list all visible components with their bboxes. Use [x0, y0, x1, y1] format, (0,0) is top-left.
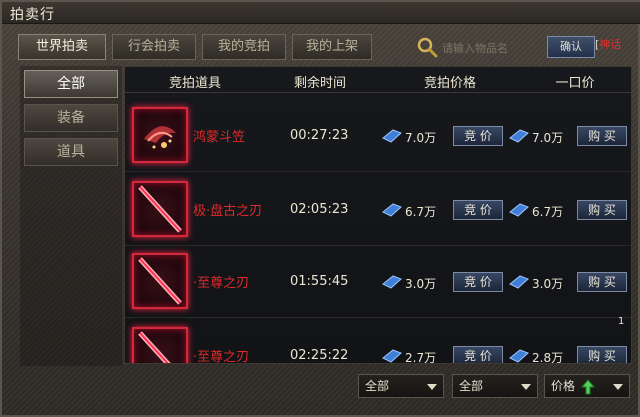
- buy-button[interactable]: 购 买: [577, 272, 627, 292]
- item-name: ·至尊之刃: [193, 276, 250, 291]
- scroll-indicator: 1: [618, 316, 625, 327]
- sort-up-arrow-icon: [581, 379, 595, 395]
- auction-table: 竞拍道具 剩余时间 竞拍价格 一口价 鸿蒙斗笠 00:27:23 7.0万 竞 …: [124, 66, 632, 364]
- buyout-price: 6.7万: [532, 205, 564, 219]
- remaining-time: 02:05:23: [290, 202, 349, 217]
- header-item: 竞拍道具: [168, 76, 221, 91]
- bid-button[interactable]: 竞 价: [453, 200, 503, 220]
- bid-price: 7.0万: [405, 131, 437, 145]
- item-name: 极·盘古之刃: [193, 204, 263, 219]
- sort-dropdown[interactable]: 价格: [544, 374, 630, 398]
- tab-guild-auction[interactable]: 行会拍卖: [112, 34, 196, 60]
- chevron-down-icon: [521, 384, 531, 390]
- currency-gem-icon: [509, 275, 529, 289]
- bid-button[interactable]: 竞 价: [453, 126, 503, 146]
- auction-window: 拍卖行 世界拍卖 行会拍卖 我的竞拍 我的上架 确认 [神话 全部 装备 道具 …: [0, 0, 640, 417]
- blade-icon[interactable]: [132, 181, 188, 237]
- table-header: 竞拍道具 剩余时间 竞拍价格 一口价: [125, 67, 631, 93]
- blade-icon[interactable]: [132, 327, 188, 363]
- buy-button[interactable]: 购 买: [577, 346, 627, 363]
- currency-gem-icon: [382, 203, 402, 217]
- currency-gem-icon: [509, 349, 529, 363]
- buyout-price: 7.0万: [532, 131, 564, 145]
- filter-dropdown-2[interactable]: 全部: [452, 374, 538, 398]
- bid-button[interactable]: 竞 价: [453, 272, 503, 292]
- currency-gem-icon: [382, 129, 402, 143]
- tab-world-auction[interactable]: 世界拍卖: [18, 34, 106, 60]
- category-sidebar: 全部 装备 道具: [20, 66, 122, 366]
- currency-gem-icon: [382, 275, 402, 289]
- bid-price: 6.7万: [405, 205, 437, 219]
- tab-my-listings[interactable]: 我的上架: [292, 34, 372, 60]
- buyout-price: 2.8万: [532, 351, 564, 364]
- header-buyout: 一口价: [555, 76, 595, 91]
- sidebar-item-equipment[interactable]: 装备: [24, 104, 118, 132]
- bid-price: 3.0万: [405, 277, 437, 291]
- filter-2-value: 全部: [459, 379, 484, 393]
- item-name: 鸿蒙斗笠: [193, 130, 246, 145]
- header-bid: 竞拍价格: [423, 76, 476, 91]
- remaining-time: 01:55:45: [290, 274, 349, 289]
- sort-value: 价格: [551, 379, 576, 393]
- watermark-text: 神话: [599, 38, 622, 51]
- table-row[interactable]: 鸿蒙斗笠 00:27:23 7.0万 竞 价 7.0万 购 买: [125, 100, 631, 172]
- tab-my-bids[interactable]: 我的竞拍: [202, 34, 286, 60]
- search-icon[interactable]: [416, 36, 438, 58]
- bid-button[interactable]: 竞 价: [453, 346, 503, 363]
- hat-icon[interactable]: [132, 107, 188, 163]
- sidebar-item-all[interactable]: 全部: [24, 70, 118, 98]
- table-row[interactable]: ·至尊之刃 02:25:22 2.7万 竞 价 2.8万 购 买: [125, 320, 631, 364]
- currency-gem-icon: [509, 203, 529, 217]
- filter-1-value: 全部: [365, 379, 390, 393]
- buy-button[interactable]: 购 买: [577, 200, 627, 220]
- confirm-button[interactable]: 确认: [547, 36, 595, 58]
- watermark: [神话: [595, 36, 621, 52]
- remaining-time: 02:25:22: [290, 348, 349, 363]
- bid-price: 2.7万: [405, 351, 437, 364]
- currency-gem-icon: [382, 349, 402, 363]
- blade-icon[interactable]: [132, 253, 188, 309]
- window-title: 拍卖行: [10, 7, 55, 23]
- filter-dropdown-1[interactable]: 全部: [358, 374, 444, 398]
- item-name: ·至尊之刃: [193, 350, 250, 364]
- sidebar-item-props[interactable]: 道具: [24, 138, 118, 166]
- search-input[interactable]: [442, 38, 542, 58]
- buyout-price: 3.0万: [532, 277, 564, 291]
- title-bar: 拍卖行: [2, 2, 640, 24]
- currency-gem-icon: [509, 129, 529, 143]
- table-row[interactable]: ·至尊之刃 01:55:45 3.0万 竞 价 3.0万 购 买: [125, 246, 631, 318]
- chevron-down-icon: [427, 384, 437, 390]
- table-row[interactable]: 极·盘古之刃 02:05:23 6.7万 竞 价 6.7万 购 买: [125, 174, 631, 246]
- header-time: 剩余时间: [293, 76, 346, 91]
- remaining-time: 00:27:23: [290, 128, 349, 143]
- chevron-down-icon: [613, 384, 623, 390]
- buy-button[interactable]: 购 买: [577, 126, 627, 146]
